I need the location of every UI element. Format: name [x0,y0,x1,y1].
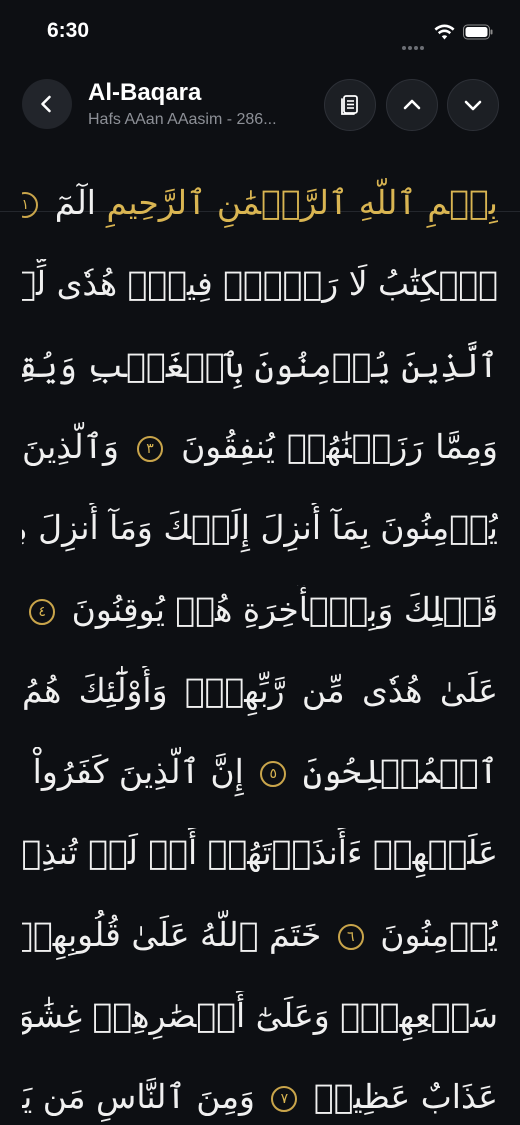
verse-line: عَلَيۡهِمۡ ءَأَنذَرۡتَهُمۡ أَمۡ لَمۡ تُن… [22,828,498,878]
verse-line: وَمِمَّا رَزَقۡنَٰهُمۡ يُنفِقُونَ ٣ وَٱل… [22,422,498,472]
verse-line: يُؤۡمِنُونَ بِمَآ أُنزِلَ إِلَيۡكَ وَمَآ… [22,503,498,553]
wifi-icon [434,24,455,40]
verse-line: بِسۡمِ ٱللَّهِ ٱلرَّحۡمَٰنِ ٱلرَّحِيمِ ا… [22,178,498,228]
chevron-left-icon [41,95,51,113]
verse-line: ٱلَّذِينَ يُؤۡمِنُونَ بِٱلۡغَيۡبِ وَيُقِ… [22,341,498,391]
verse-text: يُؤۡمِنُونَ بِمَآ أُنزِلَ إِلَيۡكَ وَمَآ… [22,508,498,548]
surah-text: بِسۡمِ ٱللَّهِ ٱلرَّحۡمَٰنِ ٱلرَّحِيمِ ا… [0,146,520,1125]
page-view-button[interactable] [324,79,376,131]
ayah-number-marker: ٣ [137,435,164,462]
ayah-number-marker: ٦ [337,923,364,950]
verse-text: أُوْلَٰٓئِكَ [22,590,23,629]
page-subtitle: Hafs AAan AAasim - 286... [88,111,277,128]
ayah-number-marker: ٤ [29,598,56,625]
previous-button[interactable] [386,79,438,131]
next-button[interactable] [447,79,499,131]
verse-text: خَتَمَ ٱللَّهُ عَلَىٰ قُلُوبِهِمۡ وَعَلَ… [22,914,322,954]
bismillah-text: بِسۡمِ ٱللَّهِ ٱلرَّحۡمَٰنِ ٱلرَّحِيمِ [106,183,498,222]
verse-line: ٱلۡكِتَٰبُ لَا رَيۡبَۛ فِيهِۛ هُدٗى لِّل… [22,259,498,309]
battery-icon [463,24,493,40]
verse-text: ٱلۡكِتَٰبُ لَا رَيۡبَۛ فِيهِۛ هُدٗى لِّل… [22,264,498,304]
page-title: Al-Baqara [88,79,202,106]
ayah-number-marker: ١ [22,192,39,218]
verse-text: ٱلَّذِينَ يُؤۡمِنُونَ بِٱلۡغَيۡبِ وَيُقِ… [22,345,498,385]
verse-text: عَلَيۡهِمۡ ءَأَنذَرۡتَهُمۡ أَمۡ لَمۡ تُن… [22,833,498,873]
verse-line: يُؤۡمِنُونَ ٦ خَتَمَ ٱللَّهُ عَلَىٰ قُلُ… [22,910,498,960]
status-time: 6:30 [47,19,90,42]
verse-line: عَلَىٰ هُدٗى مِّن رَّبِّهِمۡۖ وَأُوْلَٰٓ… [22,666,498,716]
verse-line: عَذَابٌ عَظِيمٞ ٧ وَمِنَ ٱلنَّاسِ مَن يَ… [22,1072,498,1122]
page-view-icon [341,95,358,115]
verse-text: سَمۡعِهِمۡۖ وَعَلَىٰٓ أَبۡصَٰرِهِمۡ غِشَ… [22,996,498,1035]
verse-text: وَمِمَّا رَزَقۡنَٰهُمۡ يُنفِقُونَ [169,426,498,466]
back-button[interactable] [22,79,72,129]
chevron-up-icon [403,99,421,110]
verse-line: ٱلۡمُفۡلِحُونَ ٥ إِنَّ ٱلَّذِينَ كَفَرُو… [22,747,498,797]
ayah-number-marker: ٧ [271,1086,298,1113]
status-bar: 6:30 [0,0,520,66]
signal-dots-icon [402,35,426,50]
verse-text: عَذَابٌ عَظِيمٞ [303,1077,498,1117]
chevron-down-icon [464,100,482,111]
verse-text: قَبۡلِكَ وَبِٱلۡأٓخِرَةِ هُمۡ يُوقِنُونَ [61,589,498,629]
navigation-bar: Al-Baqara Hafs AAan AAasim - 286... [0,66,520,212]
verse-line: قَبۡلِكَ وَبِٱلۡأٓخِرَةِ هُمۡ يُوقِنُونَ… [22,585,498,635]
verse-text: ٱلۡمُفۡلِحُونَ [292,752,498,792]
verse-text: إِنَّ ٱلَّذِينَ كَفَرُواْ سَوَآءٌ [22,752,244,792]
verse-text: وَمِنَ ٱلنَّاسِ مَن يَقُولُ [22,1077,255,1117]
verse-text: عَلَىٰ هُدٗى مِّن رَّبِّهِمۡۖ وَأُوْلَٰٓ… [22,670,498,710]
verse-text: يُؤۡمِنُونَ [369,914,498,954]
ayah-number-marker: ٥ [260,761,287,788]
verse-line: سَمۡعِهِمۡۖ وَعَلَىٰٓ أَبۡصَٰرِهِمۡ غِشَ… [22,991,498,1041]
verse-text: الٓمٓ [44,183,107,222]
verse-text: وَٱلَّذِينَ [22,426,132,466]
